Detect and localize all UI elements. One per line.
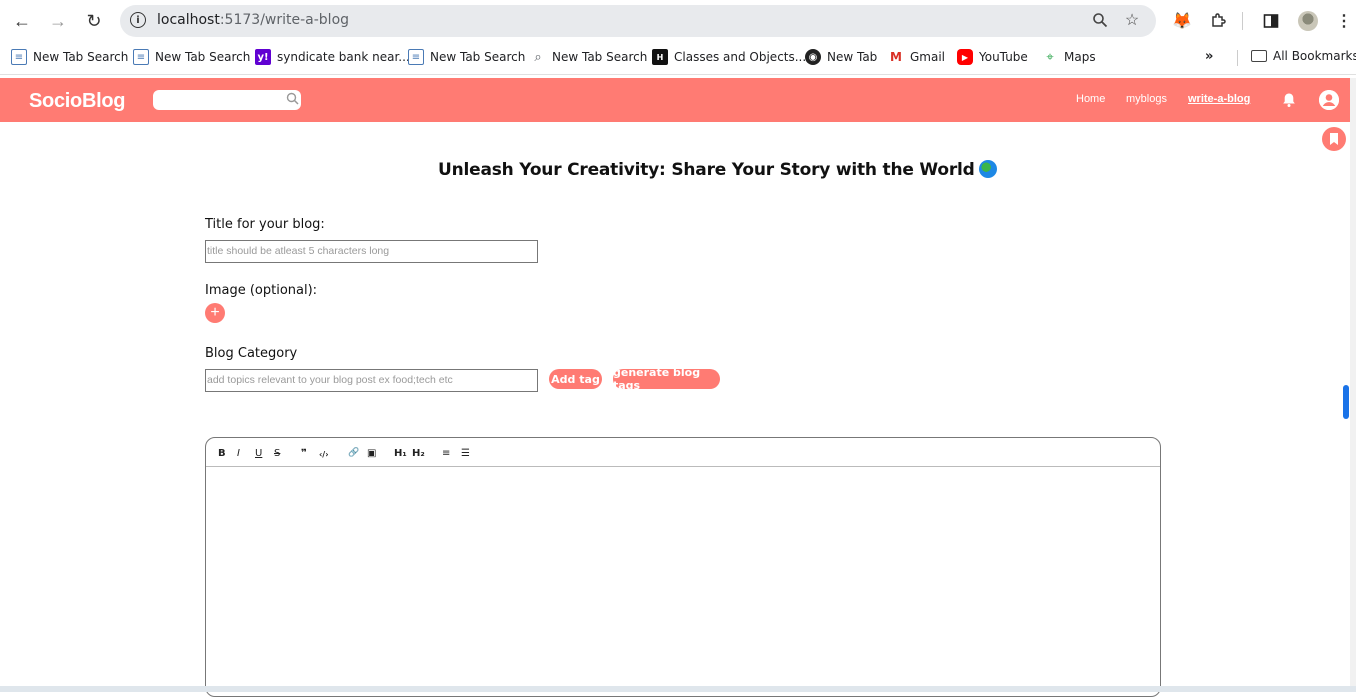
search-icon: ⌕	[534, 49, 542, 65]
code-button[interactable]: ‹/›	[319, 450, 329, 459]
blog-editor[interactable]	[205, 437, 1161, 697]
profile-avatar[interactable]	[1296, 9, 1320, 33]
ordered-list-button[interactable]: ≡	[442, 448, 450, 459]
bookmark-item[interactable]: ⌕ New Tab Search	[530, 49, 647, 65]
bell-icon[interactable]	[1282, 92, 1296, 108]
scrollbar-track[interactable]	[1350, 78, 1356, 692]
search-icon[interactable]	[286, 92, 300, 106]
title-placeholder: title should be atleast 5 characters lon…	[207, 245, 390, 257]
address-url[interactable]: localhost:5173/write-a-blog	[157, 12, 349, 28]
folder-icon	[1251, 50, 1267, 62]
search-input[interactable]	[153, 90, 301, 110]
scrollbar-thumb[interactable]	[1343, 385, 1349, 419]
bookmark-item[interactable]: ≡ New Tab Search	[11, 49, 128, 65]
yahoo-icon: y!	[255, 49, 271, 65]
bottom-bar	[0, 686, 1356, 692]
underline-button[interactable]: U	[255, 448, 262, 459]
strike-button[interactable]: S	[274, 448, 280, 459]
bookmark-item[interactable]: ◉ New Tab	[805, 49, 877, 65]
globe-icon	[978, 160, 997, 178]
h2-button[interactable]: H₂	[412, 448, 425, 459]
forward-icon[interactable]: →	[45, 8, 71, 34]
star-icon[interactable]: ☆	[1122, 10, 1142, 30]
page-icon: ≡	[11, 49, 27, 65]
page-icon: ≡	[408, 49, 424, 65]
more-bookmarks-icon[interactable]: »	[1205, 49, 1213, 64]
bookmark-item[interactable]: H Classes and Objects...	[652, 49, 806, 65]
side-panel-icon[interactable]	[1259, 9, 1283, 33]
bold-button[interactable]: B	[218, 448, 226, 459]
site-info-icon[interactable]: i	[130, 12, 146, 28]
h1-button[interactable]: H₁	[394, 448, 407, 459]
metamask-icon[interactable]: 🦊	[1170, 9, 1194, 33]
title-label: Title for your blog:	[205, 217, 325, 232]
back-icon[interactable]: ←	[9, 8, 35, 34]
reload-icon[interactable]: ↻	[81, 8, 107, 34]
toolbar-divider	[1242, 12, 1243, 30]
category-label: Blog Category	[205, 346, 298, 361]
youtube-icon: ▶	[957, 49, 973, 65]
maps-icon: ⌖	[1046, 49, 1054, 65]
title-input[interactable]: title should be atleast 5 characters lon…	[205, 240, 538, 263]
app-logo[interactable]: SocioBlog	[29, 90, 125, 113]
extensions-icon[interactable]	[1206, 9, 1230, 33]
bullet-list-button[interactable]: ☰	[461, 448, 470, 459]
globe-icon: ◉	[805, 49, 821, 65]
image-label: Image (optional):	[205, 283, 318, 298]
bookmarks-divider	[1237, 50, 1238, 66]
category-input[interactable]: add topics relevant to your blog post ex…	[205, 369, 538, 392]
bookmark-item[interactable]: ▶ YouTube	[957, 49, 1028, 65]
link-button[interactable]: 🔗	[348, 448, 359, 458]
gfg-icon: H	[652, 49, 668, 65]
menu-icon[interactable]: ⋮	[1332, 9, 1356, 33]
bookmark-item[interactable]: ≡ New Tab Search	[408, 49, 525, 65]
page-title: Unleash Your Creativity: Share Your Stor…	[438, 160, 997, 180]
bookmark-icon[interactable]	[1322, 127, 1346, 151]
add-image-button[interactable]: +	[205, 303, 225, 323]
page-icon: ≡	[133, 49, 149, 65]
quote-button[interactable]: ❞	[301, 448, 307, 459]
nav-myblogs[interactable]: myblogs	[1126, 93, 1167, 105]
gmail-icon: M	[890, 50, 902, 64]
generate-tags-button[interactable]: generate blog tags	[613, 366, 720, 392]
nav-write-a-blog[interactable]: write-a-blog	[1188, 93, 1250, 105]
category-placeholder: add topics relevant to your blog post ex…	[207, 374, 453, 386]
image-button[interactable]: ▣	[367, 448, 376, 459]
add-tag-button[interactable]: Add tag	[549, 369, 602, 389]
bookmark-item[interactable]: ⌖ Maps	[1042, 49, 1095, 65]
bookmark-item[interactable]: y! syndicate bank near...	[255, 49, 410, 65]
user-avatar-icon[interactable]	[1319, 90, 1339, 110]
all-bookmarks[interactable]: All Bookmarks	[1251, 49, 1356, 63]
nav-home[interactable]: Home	[1076, 93, 1105, 105]
bookmark-item[interactable]: ≡ New Tab Search	[133, 49, 250, 65]
zoom-icon[interactable]	[1090, 10, 1110, 30]
italic-button[interactable]: I	[237, 448, 240, 459]
bookmark-item[interactable]: M Gmail	[888, 49, 945, 65]
